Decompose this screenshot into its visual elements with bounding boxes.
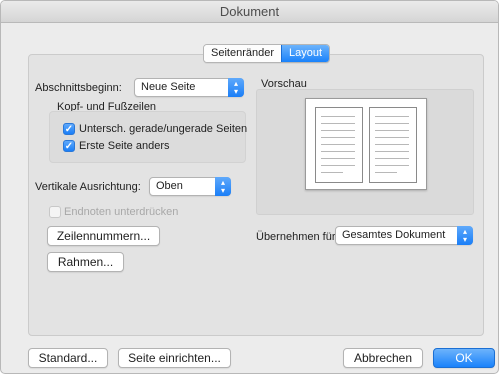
document-dialog: Dokument Seitenränder Layout Abschnittsb… bbox=[0, 0, 499, 374]
up-down-arrows-icon: ▴ ▾ bbox=[457, 226, 473, 245]
checkbox-endnotes[interactable] bbox=[49, 206, 61, 218]
borders-button[interactable]: Rahmen... bbox=[47, 252, 124, 272]
odd-even-label: Untersch. gerade/ungerade Seiten bbox=[79, 123, 248, 135]
up-down-arrows-icon: ▴ ▾ bbox=[228, 78, 244, 97]
apply-to-value: Gesamtes Dokument bbox=[342, 229, 446, 241]
checkmark-icon: ✓ bbox=[64, 141, 74, 152]
endnotes-label: Endnoten unterdrücken bbox=[64, 206, 179, 218]
cancel-button[interactable]: Abbrechen bbox=[343, 348, 423, 368]
preview-page-right bbox=[369, 107, 417, 183]
checkbox-odd-even[interactable]: ✓ bbox=[63, 123, 75, 135]
tab-layout[interactable]: Layout bbox=[281, 45, 330, 62]
preview-document bbox=[305, 98, 427, 190]
first-page-label: Erste Seite anders bbox=[79, 140, 170, 152]
up-down-arrows-icon: ▴ ▾ bbox=[215, 177, 231, 196]
section-start-popup[interactable]: Neue Seite ▴ ▾ bbox=[134, 78, 244, 97]
preview-page-left bbox=[315, 107, 363, 183]
page-setup-button[interactable]: Seite einrichten... bbox=[118, 348, 231, 368]
line-numbers-button[interactable]: Zeilennummern... bbox=[47, 226, 160, 246]
window-title: Dokument bbox=[1, 1, 498, 23]
checkmark-icon: ✓ bbox=[64, 124, 74, 135]
section-start-value: Neue Seite bbox=[141, 81, 196, 93]
section-start-label: Abschnittsbeginn: bbox=[35, 82, 122, 94]
vertical-alignment-label: Vertikale Ausrichtung: bbox=[35, 181, 141, 193]
vertical-alignment-value: Oben bbox=[156, 180, 183, 192]
header-footer-group bbox=[49, 111, 246, 163]
apply-to-label: Übernehmen für: bbox=[256, 231, 339, 243]
ok-button[interactable]: OK bbox=[433, 348, 495, 368]
checkbox-first-page[interactable]: ✓ bbox=[63, 140, 75, 152]
tab-margins[interactable]: Seitenränder bbox=[204, 45, 281, 62]
vertical-alignment-popup[interactable]: Oben ▴ ▾ bbox=[149, 177, 231, 196]
default-button[interactable]: Standard... bbox=[28, 348, 108, 368]
tab-switcher: Seitenränder Layout bbox=[203, 44, 331, 63]
apply-to-popup[interactable]: Gesamtes Dokument ▴ ▾ bbox=[335, 226, 473, 245]
